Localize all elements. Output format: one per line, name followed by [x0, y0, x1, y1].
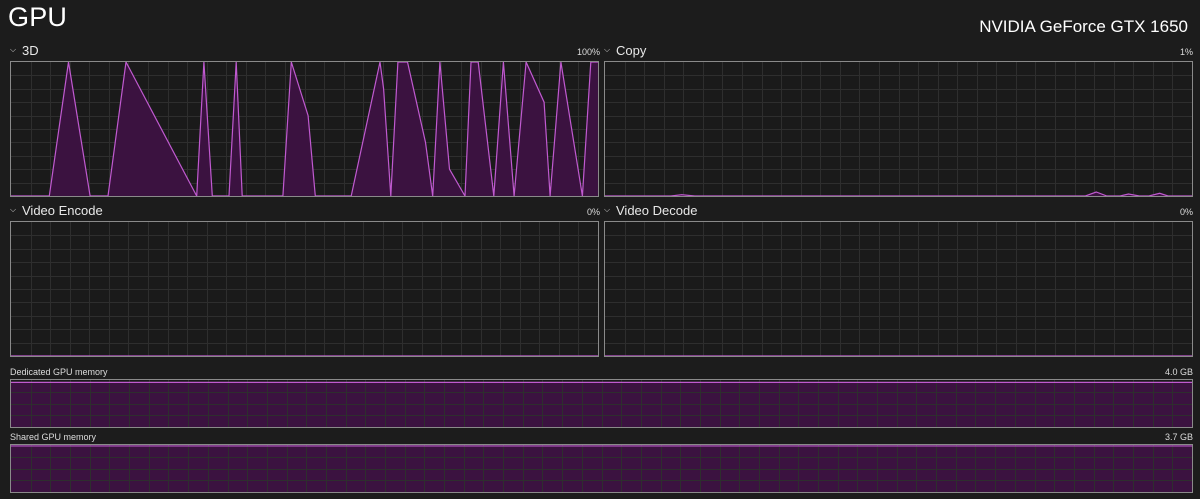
memory-chart-svg	[11, 445, 1192, 492]
engine-chart-svg	[605, 62, 1192, 196]
chevron-down-icon: ⌵	[604, 44, 611, 54]
dedicated-memory-graph	[10, 379, 1193, 428]
engine-percent: 1%	[1179, 47, 1193, 57]
gpu-device-name: NVIDIA GeForce GTX 1650	[979, 17, 1188, 36]
engine-chart-svg	[605, 222, 1192, 356]
shared-memory-total: 3.7 GB	[1164, 432, 1193, 442]
dedicated-memory-total: 4.0 GB	[1164, 367, 1193, 377]
engine-label: 3D	[22, 43, 39, 58]
engine-percent: 0%	[1179, 207, 1193, 217]
engine-label: Video Encode	[22, 203, 103, 218]
engine-percent: 100%	[576, 47, 600, 57]
chevron-down-icon: ⌵	[10, 44, 17, 54]
page-title: GPU	[8, 2, 68, 32]
engine-selector-video-encode[interactable]: ⌵ Video Encode	[10, 203, 103, 218]
dedicated-memory-label: Dedicated GPU memory	[10, 367, 108, 377]
engine-graph-copy	[604, 61, 1193, 197]
shared-memory-label: Shared GPU memory	[10, 432, 97, 442]
shared-memory-graph	[10, 444, 1193, 493]
engine-graph-video-encode	[10, 221, 599, 357]
engine-label: Video Decode	[616, 203, 698, 218]
engine-selector-3d[interactable]: ⌵ 3D	[10, 43, 39, 58]
engine-selector-copy[interactable]: ⌵ Copy	[604, 43, 646, 58]
engine-chart-svg	[11, 62, 598, 196]
engine-chart-svg	[11, 222, 598, 356]
engine-graph-3d	[10, 61, 599, 197]
chevron-down-icon: ⌵	[604, 204, 611, 214]
engine-label: Copy	[616, 43, 647, 58]
engine-selector-video-decode[interactable]: ⌵ Video Decode	[604, 203, 697, 218]
chevron-down-icon: ⌵	[10, 204, 17, 214]
engine-percent: 0%	[586, 207, 600, 217]
utilization-line	[605, 191, 1192, 196]
gpu-performance-panel: GPU NVIDIA GeForce GTX 1650 ⌵ 3D 100% ⌵ …	[0, 0, 1200, 499]
engine-graph-video-decode	[604, 221, 1193, 357]
memory-chart-svg	[11, 380, 1192, 427]
